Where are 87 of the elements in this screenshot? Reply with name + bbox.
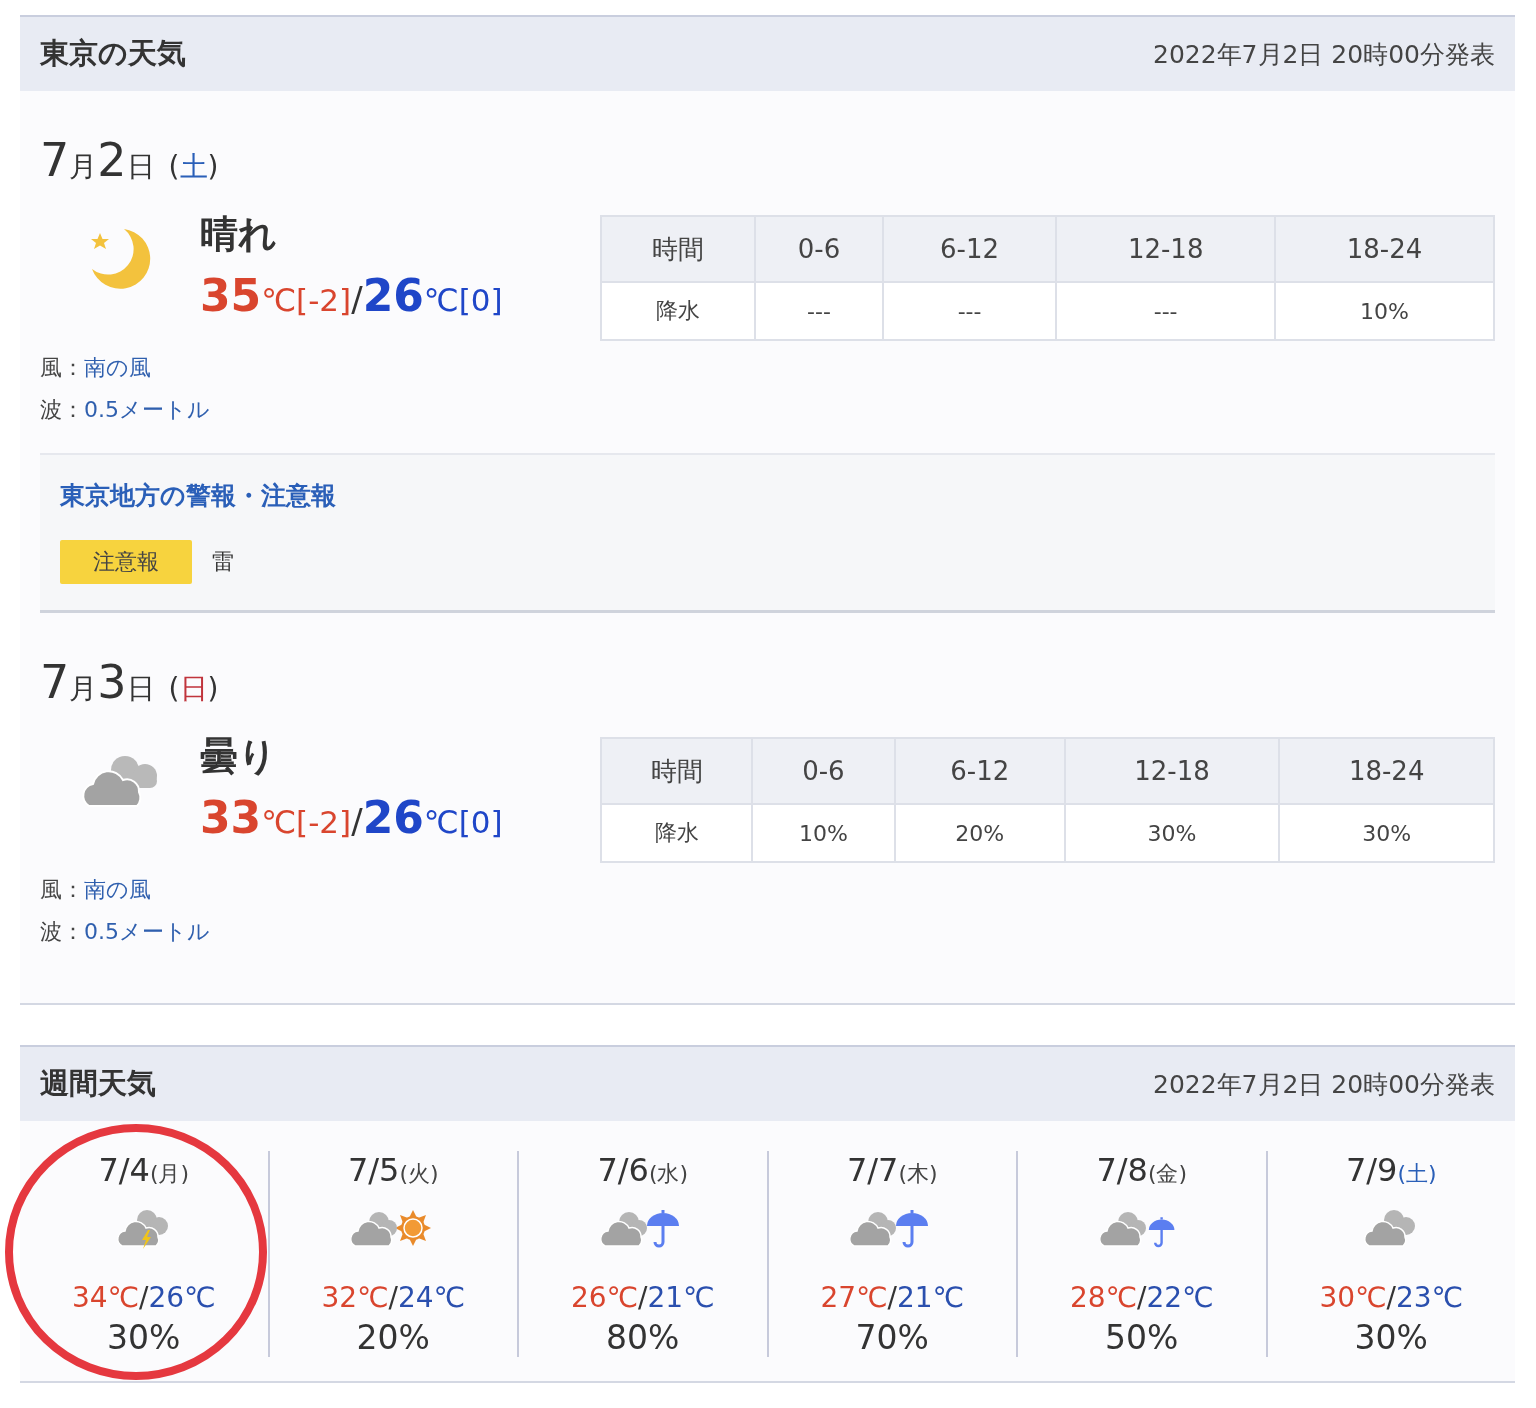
table-cell: 30% bbox=[1279, 804, 1494, 862]
wave-label: 波： bbox=[40, 397, 84, 422]
temperature-separator: / bbox=[351, 279, 363, 319]
issued-time: 2022年7月2日 20時00分発表 bbox=[1153, 1068, 1495, 1101]
section-title: 週間天気 bbox=[40, 1065, 156, 1102]
warnings-link[interactable]: 東京地方の警報・注意報 bbox=[60, 479, 336, 512]
day-date: 7/4 bbox=[98, 1151, 150, 1189]
paren: ( bbox=[168, 672, 180, 705]
table-cell: --- bbox=[1056, 282, 1276, 340]
high-temperature: 30℃ bbox=[1319, 1281, 1387, 1314]
day-date: 7月 3 日 (日) bbox=[40, 654, 220, 709]
precipitation-chance: 80% bbox=[605, 1318, 681, 1357]
high-temperature: 35℃[-2] bbox=[200, 269, 352, 323]
wave-link[interactable]: 0.5メートル bbox=[84, 397, 210, 422]
table-header-cell: 18-24 bbox=[1275, 216, 1494, 282]
precipitation-chance: 30% bbox=[106, 1318, 182, 1357]
table-cell: 30% bbox=[1064, 804, 1280, 862]
advisory-text: 雷 bbox=[212, 548, 234, 576]
table-cell: --- bbox=[755, 282, 883, 340]
advisory-badge: 注意報 bbox=[60, 540, 192, 584]
temperature-separator: / bbox=[351, 801, 363, 841]
weekday: (月) bbox=[149, 1161, 190, 1186]
low-temperature: 26℃ bbox=[148, 1281, 216, 1314]
precipitation-chance: 20% bbox=[355, 1318, 431, 1357]
table-cell: 10% bbox=[752, 804, 895, 862]
wind-label: 風： bbox=[40, 877, 84, 902]
wave-link[interactable]: 0.5メートル bbox=[84, 919, 210, 944]
weekday: (木) bbox=[898, 1161, 938, 1186]
high-temperature: 28℃ bbox=[1069, 1281, 1138, 1314]
weekday: (土) bbox=[1397, 1161, 1437, 1186]
day-date: 7/6 bbox=[597, 1151, 649, 1189]
issued-time: 2022年7月2日 20時00分発表 bbox=[1153, 38, 1495, 71]
wind-label: 風： bbox=[40, 355, 84, 380]
precipitation-chance: 50% bbox=[1104, 1318, 1180, 1357]
temperature-separator: / bbox=[1137, 1281, 1147, 1314]
high-temperature: 32℃ bbox=[321, 1281, 389, 1314]
temperature-separator: / bbox=[139, 1281, 149, 1314]
table-header-cell: 12-18 bbox=[1056, 216, 1276, 282]
section-title: 東京の天気 bbox=[40, 35, 186, 72]
day-date: 7/7 bbox=[846, 1151, 899, 1189]
table-header-cell: 0-6 bbox=[752, 738, 895, 804]
temperature-separator: / bbox=[638, 1281, 648, 1314]
table-header-cell: 6-12 bbox=[894, 738, 1065, 804]
low-temperature: 23℃ bbox=[1395, 1281, 1464, 1314]
high-temperature: 34℃ bbox=[71, 1281, 140, 1314]
temperature-separator: / bbox=[1386, 1281, 1396, 1314]
table-header-cell: 時間 bbox=[601, 216, 756, 282]
precipitation-chance: 70% bbox=[854, 1318, 930, 1357]
high-temperature: 27℃ bbox=[820, 1281, 888, 1314]
high-temperature: 26℃ bbox=[570, 1281, 639, 1314]
table-cell: 10% bbox=[1275, 282, 1494, 340]
weekday: (水) bbox=[648, 1161, 689, 1186]
paren: ) bbox=[207, 672, 219, 705]
temperature-separator: / bbox=[388, 1281, 398, 1314]
day-date: 7/5 bbox=[347, 1151, 400, 1189]
low-temperature: 26℃[0] bbox=[362, 269, 503, 323]
weekday: (金) bbox=[1147, 1161, 1188, 1186]
low-temperature: 26℃[0] bbox=[362, 791, 503, 845]
weekday: (火) bbox=[399, 1161, 439, 1186]
table-header-cell: 6-12 bbox=[882, 216, 1057, 282]
wind-link[interactable]: 南の風 bbox=[84, 877, 151, 902]
table-header-cell: 18-24 bbox=[1279, 738, 1494, 804]
table-cell: --- bbox=[882, 282, 1057, 340]
paren: ) bbox=[207, 150, 219, 183]
wind-link[interactable]: 南の風 bbox=[84, 355, 151, 380]
table-cell: 20% bbox=[894, 804, 1065, 862]
weather-name: 曇り bbox=[200, 733, 278, 780]
high-temperature: 33℃[-2] bbox=[200, 791, 352, 845]
day-date: 7/9 bbox=[1345, 1151, 1398, 1189]
weather-name: 晴れ bbox=[200, 211, 278, 258]
low-temperature: 24℃ bbox=[397, 1281, 466, 1314]
low-temperature: 21℃ bbox=[896, 1281, 965, 1314]
wave-label: 波： bbox=[40, 919, 84, 944]
table-cell: 降水 bbox=[601, 804, 753, 862]
table-header-cell: 12-18 bbox=[1064, 738, 1280, 804]
paren: ( bbox=[168, 150, 180, 183]
table-header-cell: 0-6 bbox=[755, 216, 883, 282]
low-temperature: 21℃ bbox=[647, 1281, 715, 1314]
day-date: 7/8 bbox=[1096, 1151, 1148, 1189]
low-temperature: 22℃ bbox=[1146, 1281, 1214, 1314]
table-header-cell: 時間 bbox=[601, 738, 753, 804]
table-cell: 降水 bbox=[601, 282, 756, 340]
precipitation-chance: 30% bbox=[1353, 1318, 1429, 1357]
weekday: 土 bbox=[179, 149, 208, 185]
temperature-separator: / bbox=[887, 1281, 897, 1314]
weekday: 日 bbox=[179, 671, 208, 707]
day-date: 7月 2 日 (土) bbox=[40, 132, 220, 187]
